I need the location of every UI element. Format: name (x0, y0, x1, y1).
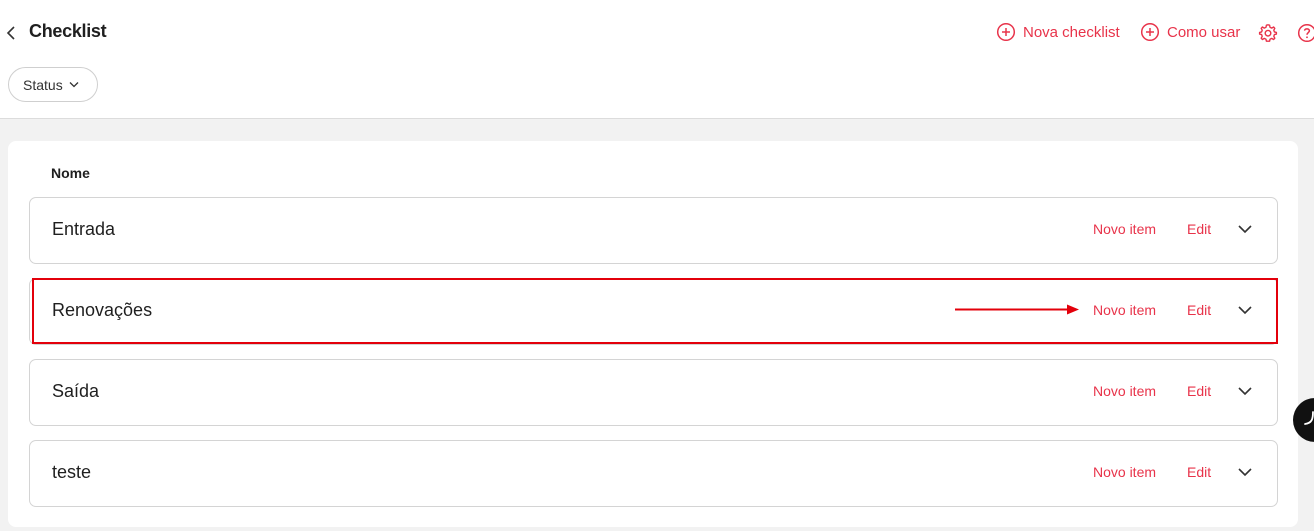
chat-icon (1304, 411, 1314, 425)
new-item-button[interactable]: Novo item (1093, 464, 1156, 480)
gear-icon[interactable] (1258, 23, 1278, 43)
checklist-row[interactable]: Saída Novo item Edit (29, 359, 1278, 426)
top-bar: Checklist Nova checklist Como usar Statu… (0, 0, 1314, 119)
edit-button[interactable]: Edit (1187, 383, 1211, 399)
chevron-down-icon[interactable] (1237, 223, 1253, 235)
checklist-name: Saída (52, 381, 100, 401)
checklist-row[interactable]: Entrada Novo item Edit (29, 197, 1278, 264)
checklist-row[interactable]: Renovações Novo item Edit (29, 278, 1278, 345)
chevron-left-icon[interactable] (5, 24, 19, 42)
column-header-name: Nome (51, 165, 90, 181)
how-to-use-label: Como usar (1167, 23, 1241, 41)
edit-button[interactable]: Edit (1187, 302, 1211, 318)
plus-circle-icon (1140, 22, 1160, 42)
chevron-down-icon (69, 82, 79, 88)
page-title: Checklist (29, 21, 107, 41)
chevron-down-icon[interactable] (1237, 466, 1253, 478)
new-item-button[interactable]: Novo item (1093, 302, 1156, 318)
checklist-name: Entrada (52, 219, 116, 239)
arrow-right-icon (955, 304, 1079, 315)
edit-button[interactable]: Edit (1187, 221, 1211, 237)
plus-circle-icon (996, 22, 1016, 42)
checklist-name: teste (52, 462, 92, 482)
chevron-down-icon[interactable] (1237, 304, 1253, 316)
help-icon[interactable] (1297, 23, 1314, 43)
new-item-button[interactable]: Novo item (1093, 383, 1156, 399)
checklist-row[interactable]: teste Novo item Edit (29, 440, 1278, 507)
new-checklist-button[interactable]: Nova checklist (996, 22, 1120, 42)
new-item-button[interactable]: Novo item (1093, 221, 1156, 237)
edit-button[interactable]: Edit (1187, 464, 1211, 480)
checklist-name: Renovações (52, 300, 153, 320)
new-checklist-label: Nova checklist (1023, 23, 1120, 41)
how-to-use-button[interactable]: Como usar (1140, 22, 1240, 42)
status-filter-dropdown[interactable]: Status (8, 67, 98, 102)
chevron-down-icon[interactable] (1237, 385, 1253, 397)
status-filter-label: Status (23, 76, 63, 93)
